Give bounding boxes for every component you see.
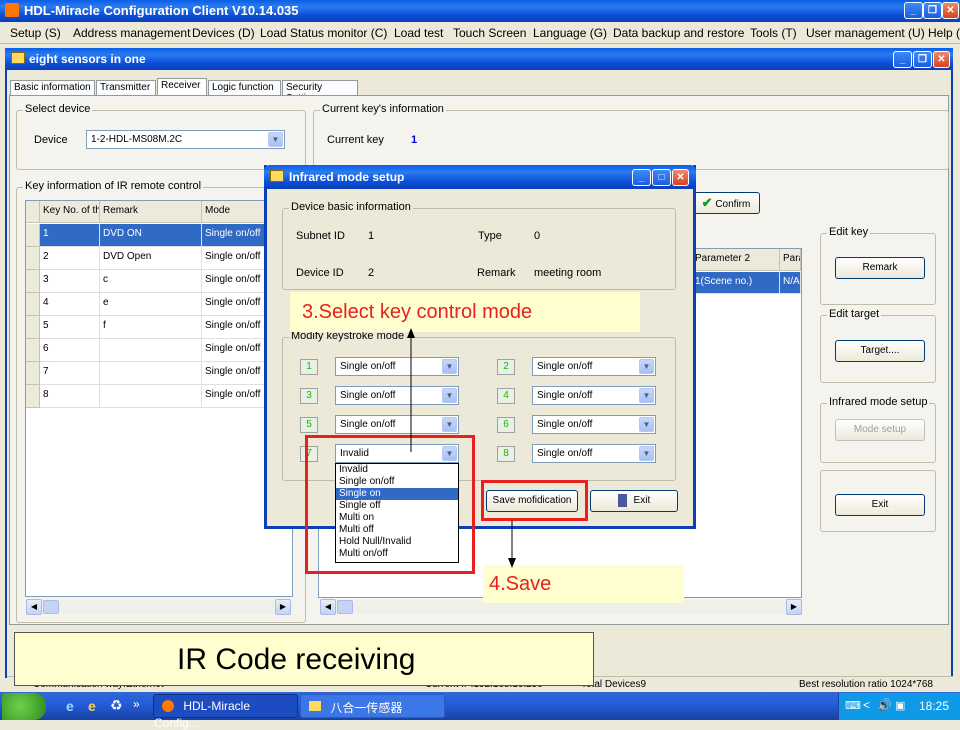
step4-arrowhead (508, 558, 516, 568)
quick-launch-ie-icon[interactable]: e (66, 698, 74, 714)
system-tray: ⌨ < 🔊 ▣ 18:25 (838, 693, 960, 720)
taskbar (0, 692, 960, 720)
start-button[interactable] (2, 693, 46, 720)
taskbar-item-sensor[interactable]: 八合一传感器 (300, 694, 445, 718)
quick-launch-recycle-icon[interactable]: ♻ (110, 697, 123, 714)
folder-icon (309, 701, 321, 711)
step3-arrowhead (407, 328, 415, 338)
speaker-icon[interactable]: 🔊 (877, 698, 892, 712)
tray-expand-icon[interactable]: < (863, 698, 870, 712)
taskbar-item-hdl[interactable]: HDL-Miracle Config... (153, 694, 298, 730)
annotation-arrows (407, 328, 516, 568)
clock: 18:25 (919, 699, 950, 713)
keyboard-icon[interactable]: ⌨ (845, 699, 861, 712)
network-icon[interactable]: ▣ (895, 699, 905, 712)
taskbar-item-sensor-label: 八合一传感器 (330, 701, 403, 715)
quick-launch-ie2-icon[interactable]: e (88, 698, 96, 714)
quick-launch-expand-icon[interactable]: » (133, 697, 140, 711)
hdl-app-icon (162, 700, 174, 712)
